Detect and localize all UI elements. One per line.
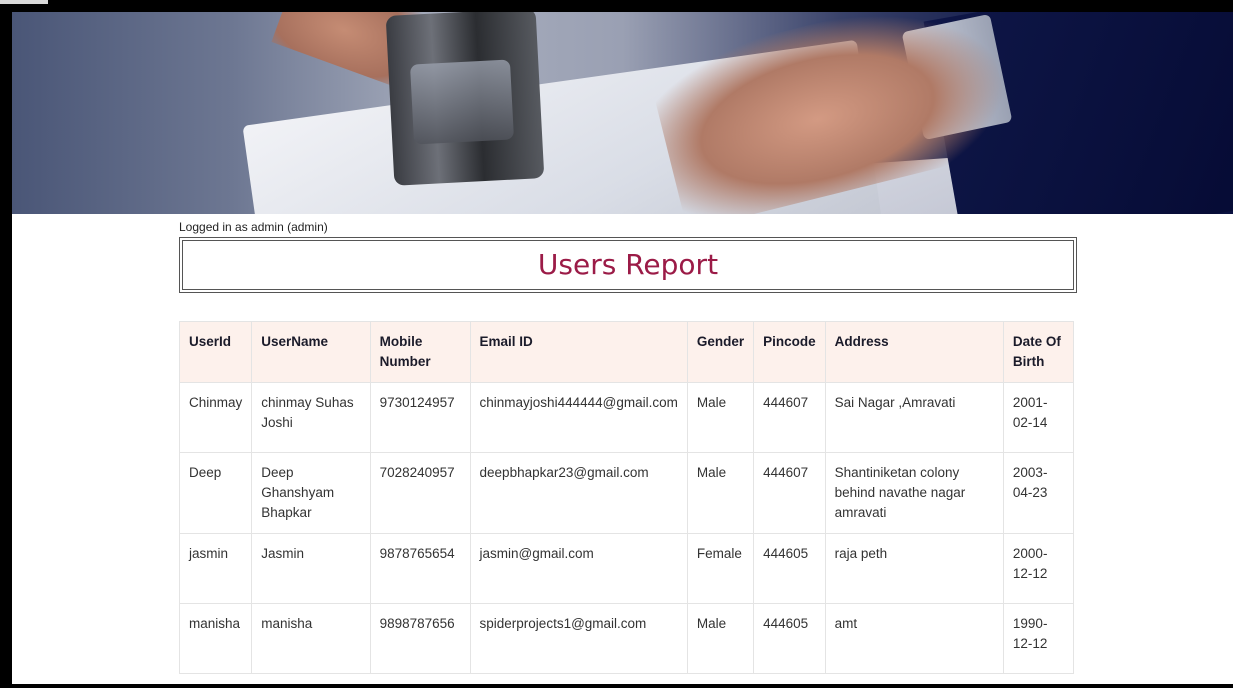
cell-gender: Male xyxy=(686,382,755,453)
cell-email: deepbhapkar23@gmail.com xyxy=(469,452,688,534)
cell-pincode: 444605 xyxy=(753,603,826,674)
header-address: Address xyxy=(824,321,1004,383)
cell-pincode: 444607 xyxy=(753,382,826,453)
cell-dob: 1990-12-12 xyxy=(1002,603,1075,674)
cell-email: jasmin@gmail.com xyxy=(469,533,688,604)
header-banner-image xyxy=(12,12,1233,214)
cell-mobile: 9730124957 xyxy=(369,382,471,453)
cell-address: amt xyxy=(824,603,1004,674)
page-title: Users Report xyxy=(537,248,719,281)
header-username: UserName xyxy=(251,321,371,383)
cell-username: manisha xyxy=(251,603,371,674)
table-row: jasmin Jasmin 9878765654 jasmin@gmail.co… xyxy=(178,533,1075,604)
cell-email: chinmayjoshi444444@gmail.com xyxy=(469,382,688,453)
cell-email: spiderprojects1@gmail.com xyxy=(469,603,688,674)
screen-corner-tab xyxy=(0,0,48,4)
header-pincode: Pincode xyxy=(753,321,826,383)
cell-username: Jasmin xyxy=(251,533,371,604)
cell-userid: Deep xyxy=(178,452,253,534)
cell-mobile: 7028240957 xyxy=(369,452,471,534)
cell-gender: Female xyxy=(686,533,755,604)
table-row: manisha manisha 9898787656 spiderproject… xyxy=(178,603,1075,674)
screen-frame-top xyxy=(0,0,1233,12)
page-title-box: Users Report xyxy=(179,237,1077,293)
cell-address: Sai Nagar ,Amravati xyxy=(824,382,1004,453)
cell-pincode: 444607 xyxy=(753,452,826,534)
cell-dob: 2003-04-23 xyxy=(1002,452,1075,534)
header-gender: Gender xyxy=(686,321,755,383)
cell-username: Deep Ghanshyam Bhapkar xyxy=(251,452,371,534)
logged-in-status: Logged in as admin (admin) xyxy=(179,220,328,234)
header-date-of-birth: Date Of Birth xyxy=(1002,321,1075,383)
table-header-row: UserId UserName Mobile Number Email ID G… xyxy=(178,321,1075,383)
cell-userid: jasmin xyxy=(178,533,253,604)
cell-dob: 2001-02-14 xyxy=(1002,382,1075,453)
cell-address: raja peth xyxy=(824,533,1004,604)
header-userid: UserId xyxy=(178,321,253,383)
table-row: Chinmay chinmay Suhas Joshi 9730124957 c… xyxy=(178,382,1075,453)
cell-mobile: 9878765654 xyxy=(369,533,471,604)
screen-frame-left xyxy=(0,0,12,688)
cell-pincode: 444605 xyxy=(753,533,826,604)
header-mobile-number: Mobile Number xyxy=(369,321,471,383)
cell-username: chinmay Suhas Joshi xyxy=(251,382,371,453)
cell-gender: Male xyxy=(686,452,755,534)
cell-mobile: 9898787656 xyxy=(369,603,471,674)
users-report-table: UserId UserName Mobile Number Email ID G… xyxy=(178,321,1075,674)
cell-gender: Male xyxy=(686,603,755,674)
cell-userid: manisha xyxy=(178,603,253,674)
cell-userid: Chinmay xyxy=(178,382,253,453)
header-email-id: Email ID xyxy=(469,321,688,383)
cell-address: Shantiniketan colony behind navathe naga… xyxy=(824,452,1004,534)
screen-frame-bottom xyxy=(0,684,1233,688)
cell-dob: 2000-12-12 xyxy=(1002,533,1075,604)
table-row: Deep Deep Ghanshyam Bhapkar 7028240957 d… xyxy=(178,452,1075,534)
